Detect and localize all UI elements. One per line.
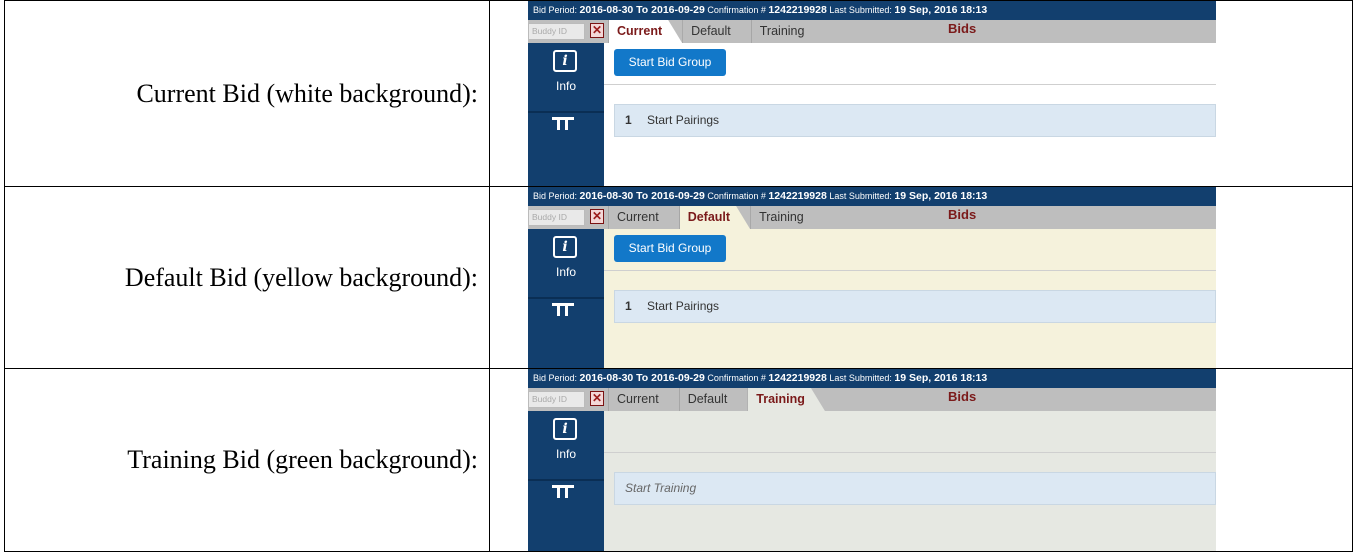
last-submitted-value: 19 Sep, 2016 18:13: [894, 372, 988, 384]
bid-content: Start Bid Group 1 Start Pairings: [604, 229, 1216, 368]
tab-bar: Buddy ID ✕ Current Default Training Bids: [528, 20, 1216, 43]
row-label: Default Bid (yellow background):: [4, 186, 490, 369]
bid-screenshot-default: Bid Period: 2016-08-30 To 2016-09-29 Con…: [528, 187, 1216, 368]
page-title: Bids: [948, 207, 977, 222]
bid-period-value: 2016-08-30 To 2016-09-29: [579, 372, 705, 384]
bid-info-bar: Bid Period: 2016-08-30 To 2016-09-29 Con…: [528, 1, 1216, 20]
bid-period-label: Bid Period:: [533, 191, 578, 201]
page-title: Bids: [948, 389, 977, 404]
confirmation-value: 1242219928: [768, 4, 827, 16]
document-table: Current Bid (white background): Bid Peri…: [4, 0, 1353, 552]
info-icon[interactable]: i: [553, 418, 577, 440]
list-item-number: 1: [625, 299, 632, 313]
info-icon[interactable]: i: [553, 236, 577, 258]
confirmation-value: 1242219928: [768, 190, 827, 202]
sidebar: i Info: [528, 411, 604, 551]
last-submitted-value: 19 Sep, 2016 18:13: [894, 4, 988, 16]
list-item-label: Start Pairings: [647, 299, 720, 313]
start-bid-group-button[interactable]: Start Bid Group: [614, 235, 726, 262]
bid-screenshot-current: Bid Period: 2016-08-30 To 2016-09-29 Con…: [528, 1, 1216, 186]
screenshot-cell: Bid Period: 2016-08-30 To 2016-09-29 Con…: [489, 186, 1353, 369]
row-label: Current Bid (white background):: [4, 0, 490, 187]
tab-training[interactable]: Training: [751, 20, 825, 43]
tab-default[interactable]: Default: [679, 206, 750, 229]
last-submitted-label: Last Submitted:: [829, 5, 892, 15]
tab-bar: Buddy ID ✕ Current Default Training Bids: [528, 206, 1216, 229]
list-item[interactable]: Start Training: [614, 472, 1216, 505]
row-label: Training Bid (green background):: [4, 368, 490, 552]
sidebar-divider: [528, 297, 604, 299]
bid-list-icon[interactable]: [552, 117, 574, 130]
tab-training[interactable]: Training: [747, 388, 825, 411]
content-divider: [604, 452, 1216, 453]
screenshot-cell: Bid Period: 2016-08-30 To 2016-09-29 Con…: [489, 0, 1353, 187]
content-divider: [604, 270, 1216, 271]
list-item-label: Start Pairings: [647, 113, 720, 127]
list-item-number: 1: [625, 113, 632, 127]
info-icon[interactable]: i: [553, 50, 577, 72]
screenshot-cell: Bid Period: 2016-08-30 To 2016-09-29 Con…: [489, 368, 1353, 552]
confirmation-label: Confirmation #: [707, 373, 766, 383]
tab-current[interactable]: Current: [608, 388, 679, 411]
bid-list-icon[interactable]: [552, 303, 574, 316]
bid-list-icon[interactable]: [552, 485, 574, 498]
close-icon[interactable]: ✕: [590, 23, 604, 38]
list-item-label: Start Training: [625, 481, 697, 495]
last-submitted-label: Last Submitted:: [829, 373, 892, 383]
tab-default[interactable]: Default: [682, 20, 751, 43]
page-title: Bids: [948, 21, 977, 36]
start-bid-group-button[interactable]: Start Bid Group: [614, 49, 726, 76]
sidebar-divider: [528, 479, 604, 481]
content-divider: [604, 84, 1216, 85]
sidebar: i Info: [528, 229, 604, 368]
buddy-id-input[interactable]: Buddy ID: [528, 391, 585, 408]
confirmation-label: Confirmation #: [707, 5, 766, 15]
confirmation-value: 1242219928: [768, 372, 827, 384]
tab-current[interactable]: Current: [608, 20, 682, 43]
last-submitted-label: Last Submitted:: [829, 191, 892, 201]
sidebar: i Info: [528, 43, 604, 186]
table-row: Default Bid (yellow background): Bid Per…: [4, 186, 1353, 369]
bid-content: Start Bid Group 1 Start Pairings: [604, 43, 1216, 186]
last-submitted-value: 19 Sep, 2016 18:13: [894, 190, 988, 202]
bid-screenshot-training: Bid Period: 2016-08-30 To 2016-09-29 Con…: [528, 369, 1216, 551]
bid-period-label: Bid Period:: [533, 5, 578, 15]
list-item[interactable]: 1 Start Pairings: [614, 290, 1216, 323]
info-label[interactable]: Info: [528, 79, 604, 93]
info-label[interactable]: Info: [528, 265, 604, 279]
list-item[interactable]: 1 Start Pairings: [614, 104, 1216, 137]
bid-period-value: 2016-08-30 To 2016-09-29: [579, 190, 705, 202]
bid-period-value: 2016-08-30 To 2016-09-29: [579, 4, 705, 16]
tab-bar: Buddy ID ✕ Current Default Training Bids: [528, 388, 1216, 411]
bid-period-label: Bid Period:: [533, 373, 578, 383]
tab-current[interactable]: Current: [608, 206, 679, 229]
confirmation-label: Confirmation #: [707, 191, 766, 201]
tab-default[interactable]: Default: [679, 388, 748, 411]
buddy-id-input[interactable]: Buddy ID: [528, 23, 585, 40]
bid-info-bar: Bid Period: 2016-08-30 To 2016-09-29 Con…: [528, 369, 1216, 388]
bid-content: Start Training: [604, 411, 1216, 551]
table-row: Training Bid (green background): Bid Per…: [4, 368, 1353, 552]
bid-info-bar: Bid Period: 2016-08-30 To 2016-09-29 Con…: [528, 187, 1216, 206]
info-label[interactable]: Info: [528, 447, 604, 461]
buddy-id-input[interactable]: Buddy ID: [528, 209, 585, 226]
close-icon[interactable]: ✕: [590, 209, 604, 224]
table-row: Current Bid (white background): Bid Peri…: [4, 0, 1353, 187]
tab-training[interactable]: Training: [750, 206, 824, 229]
sidebar-divider: [528, 111, 604, 113]
close-icon[interactable]: ✕: [590, 391, 604, 406]
